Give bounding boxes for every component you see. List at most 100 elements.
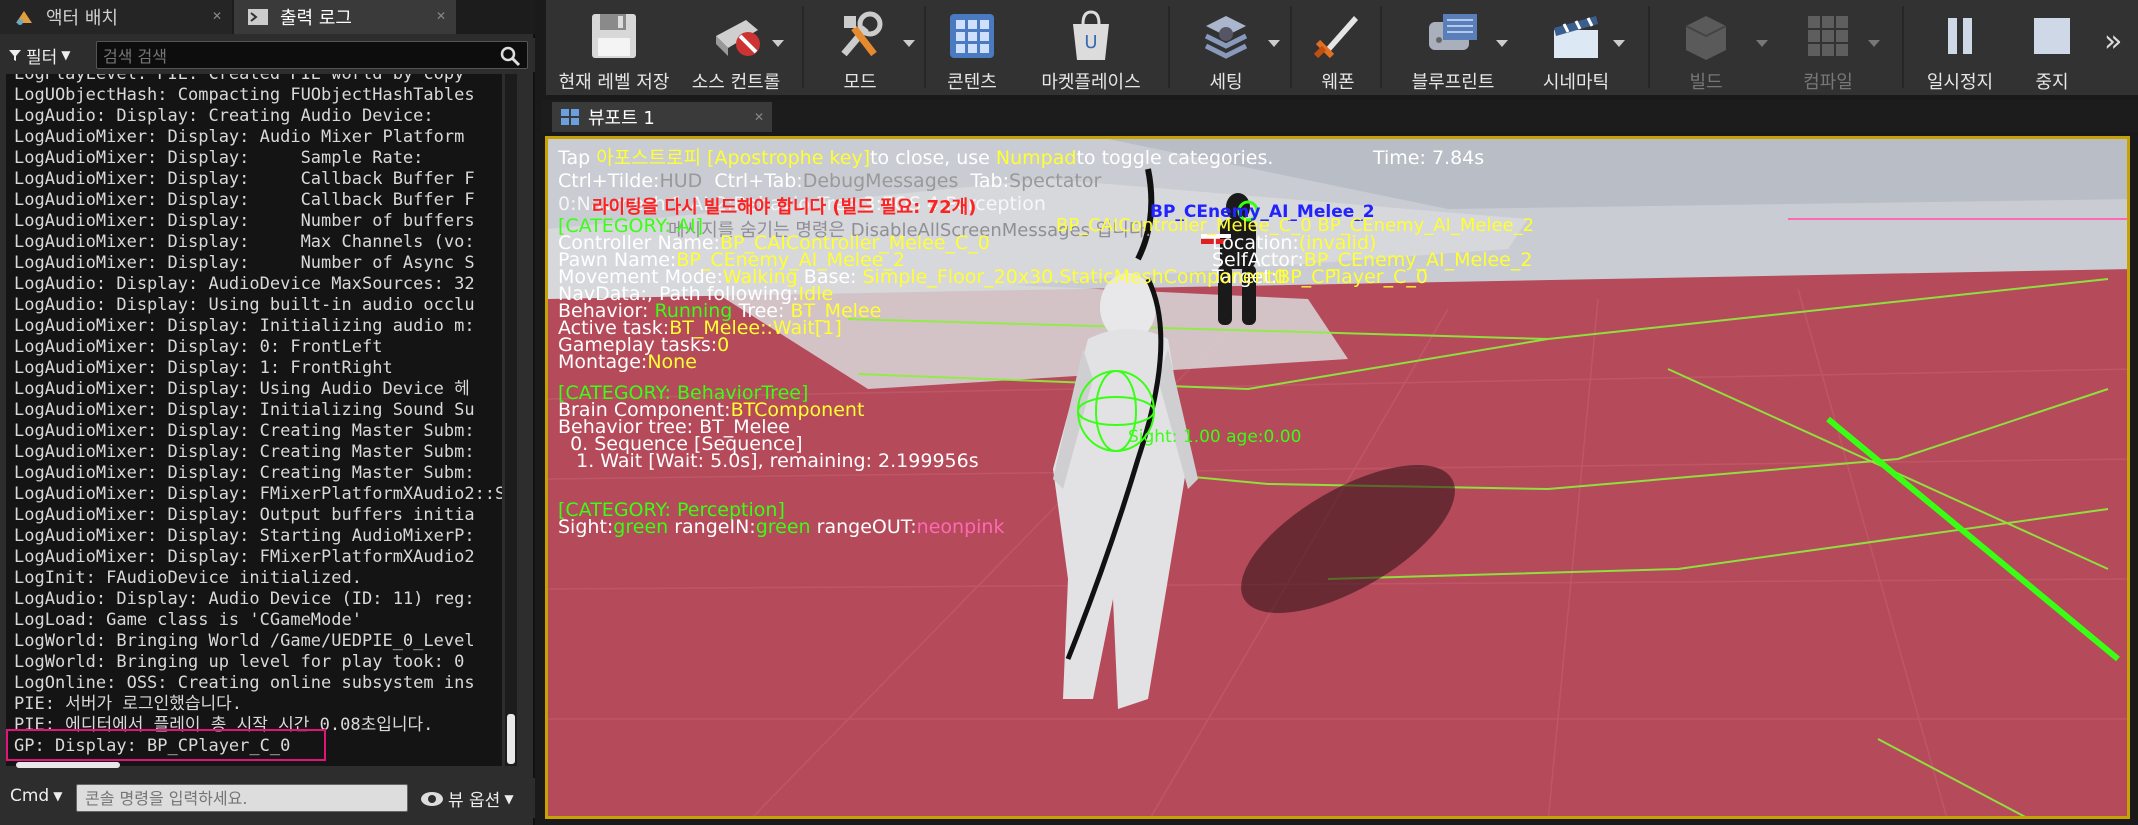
search-icon[interactable] <box>499 45 521 67</box>
view-options-button[interactable]: 뷰 옵션 ▼ <box>420 786 514 811</box>
output-log-panel: 액터 배치 ✕ 출력 로그 ✕ 필터 ▼ LogPlayLevel: PIE: … <box>0 0 535 825</box>
log-scroll-thumb[interactable] <box>507 714 515 764</box>
viewport-tab-bar <box>542 100 2138 132</box>
source-control-label: 소스 컨트롤 <box>691 72 781 93</box>
actor-place-icon <box>16 11 32 25</box>
log-horizontal-scroll-thumb[interactable] <box>16 762 120 768</box>
weapon-icon <box>1313 16 1358 59</box>
cinematics-button[interactable]: 시네마틱 <box>1521 0 1631 95</box>
log-line: LogAudioMixer: Display: Creating Master … <box>14 442 475 462</box>
chevron-down-icon[interactable] <box>1868 40 1880 47</box>
level-viewport[interactable]: Tap 아포스트로피 [Apostrophe key]to close, use… <box>545 136 2130 819</box>
settings-button[interactable]: 세팅 <box>1176 0 1276 95</box>
close-icon[interactable]: ✕ <box>436 9 446 23</box>
log-line: LogAudio: Display: AudioDevice MaxSource… <box>14 274 475 294</box>
modes-button[interactable]: 모드 <box>810 0 910 95</box>
hud-shortcut-line: Ctrl+Tilde:HUD Ctrl+Tab:DebugMessages Ta… <box>558 170 1101 193</box>
chevron-down-icon[interactable] <box>1496 40 1508 47</box>
marketplace-button[interactable]: U 마켓플레이스 <box>1016 0 1166 95</box>
chevron-down-icon[interactable] <box>1268 40 1280 47</box>
filter-button[interactable]: 필터 ▼ <box>8 42 71 68</box>
log-line: LogAudioMixer: Display: FMixerPlatformXA… <box>14 484 502 504</box>
hud-rangeout-label: rangeOUT: <box>810 516 917 538</box>
viewport-icon <box>561 109 579 125</box>
toolbar-separator <box>1290 6 1292 88</box>
stop-icon <box>2034 18 2070 54</box>
close-icon[interactable]: ✕ <box>754 110 764 124</box>
modes-icon <box>841 11 883 57</box>
build-label: 빌드 <box>1689 72 1723 93</box>
log-line: LogAudioMixer: Display: Creating Master … <box>14 463 475 483</box>
tab-output-log-label: 출력 로그 <box>280 8 352 29</box>
close-icon[interactable]: ✕ <box>212 9 222 23</box>
hud-tap-numpad: Numpad <box>995 147 1077 169</box>
hud-ctrl-tab: Ctrl+Tab: <box>714 170 803 192</box>
log-line: LogAudioMixer: Display: 1: FrontRight <box>14 358 393 378</box>
log-line: LogPlayLevel: PIE: Created PIE world by … <box>14 74 465 84</box>
sight-world-label: Sight: 1.00 age:0.00 <box>1128 427 1302 447</box>
chevron-down-icon[interactable] <box>772 40 784 47</box>
chevron-down-icon[interactable] <box>903 40 915 47</box>
settings-icon <box>1204 16 1248 59</box>
chevron-down-icon: ▼ <box>53 789 63 803</box>
cinematics-icon <box>1554 16 1598 58</box>
svg-text:U: U <box>1084 32 1097 53</box>
log-output: LogPlayLevel: PIE: Created PIE world by … <box>6 74 502 766</box>
log-line: LogAudioMixer: Display: Max Channels (vo… <box>14 232 475 252</box>
left-tab-bar: 액터 배치 ✕ 출력 로그 ✕ <box>0 0 535 34</box>
blueprint-button[interactable]: 블루프린트 <box>1388 0 1518 95</box>
tab-actor-place[interactable]: 액터 배치 ✕ <box>0 0 232 34</box>
log-line: LogAudioMixer: Display: FMixerPlatformXA… <box>14 547 475 567</box>
log-line: LogWorld: Bringing World /Game/UEDPIE_0_… <box>14 631 475 651</box>
search-box[interactable] <box>96 41 528 69</box>
blueprint-label: 블루프린트 <box>1411 72 1495 93</box>
tab-viewport-label: 뷰포트 1 <box>588 108 655 129</box>
log-line: LogAudioMixer: Display: 0: FrontLeft <box>14 337 383 357</box>
chevron-down-icon[interactable] <box>1756 40 1768 47</box>
weapon-button[interactable]: 웨폰 <box>1298 0 1378 95</box>
hud-gameplay-value: 0 <box>717 334 730 356</box>
hud-rangein-label: rangeIN: <box>668 516 756 538</box>
modes-label: 모드 <box>843 72 877 93</box>
filter-icon <box>9 50 21 61</box>
tab-actor-place-label: 액터 배치 <box>46 8 118 29</box>
build-button[interactable]: 빌드 <box>1656 0 1756 95</box>
log-line: LogWorld: Bringing up level for play too… <box>14 652 465 672</box>
log-line: LogAudioMixer: Display: Number of buffer… <box>14 211 475 231</box>
log-line: LogAudioMixer: Display: Audio Mixer Plat… <box>14 127 465 147</box>
hud-spectator: Spectator <box>1009 170 1102 192</box>
save-level-button[interactable]: 현재 레벨 저장 <box>554 0 674 95</box>
toolbar-separator <box>1902 6 1904 88</box>
search-input[interactable] <box>103 45 483 67</box>
save-level-label: 현재 레벨 저장 <box>558 72 670 93</box>
content-button[interactable]: 콘텐츠 <box>932 0 1012 95</box>
tab-viewport-1[interactable]: 뷰포트 1 ✕ <box>552 102 772 132</box>
cinematics-label: 시네마틱 <box>1542 72 1610 93</box>
save-icon <box>592 14 636 58</box>
hud-rangein-value: green <box>755 516 811 538</box>
log-line: LogLoad: Game class is 'CGameMode' <box>14 610 362 630</box>
blueprint-icon <box>1429 14 1477 50</box>
hud-tap-suffix: to toggle categories. <box>1076 147 1274 169</box>
chevron-right-double-icon[interactable]: » <box>2104 24 2122 59</box>
log-scrollbar[interactable] <box>505 74 517 766</box>
hud-help-line: Tap 아포스트로피 [Apostrophe key]to close, use… <box>558 147 1273 170</box>
log-line: LogOnline: OSS: Creating online subsyste… <box>14 673 475 693</box>
hud-sight-line: Sight:green rangeIN:green rangeOUT:neonp… <box>558 516 1004 539</box>
chevron-down-icon: ▼ <box>61 48 71 62</box>
source-control-button[interactable]: 소스 컨트롤 <box>680 0 792 95</box>
console-command-input[interactable] <box>76 784 408 812</box>
compile-button[interactable]: 컴파일 <box>1768 0 1888 95</box>
cmd-button[interactable]: Cmd ▼ <box>10 786 62 806</box>
pause-button[interactable]: 일시정지 <box>1910 0 2010 95</box>
build-icon <box>1685 16 1727 60</box>
log-line: LogAudio: Display: Creating Audio Device… <box>14 106 434 126</box>
chevron-down-icon[interactable] <box>1613 40 1625 47</box>
hud-montage-label: Montage: <box>558 351 648 373</box>
eye-icon <box>421 791 443 806</box>
stop-button[interactable]: 중지 <box>2012 0 2092 95</box>
main-toolbar: 현재 레벨 저장 소스 컨트롤 모드 콘텐츠 U 마켓플레이스 세팅 웨폰 블루… <box>542 0 2138 95</box>
marketplace-label: 마켓플레이스 <box>1041 72 1141 93</box>
content-label: 콘텐츠 <box>947 72 997 93</box>
tab-output-log[interactable]: 출력 로그 ✕ <box>234 0 456 34</box>
